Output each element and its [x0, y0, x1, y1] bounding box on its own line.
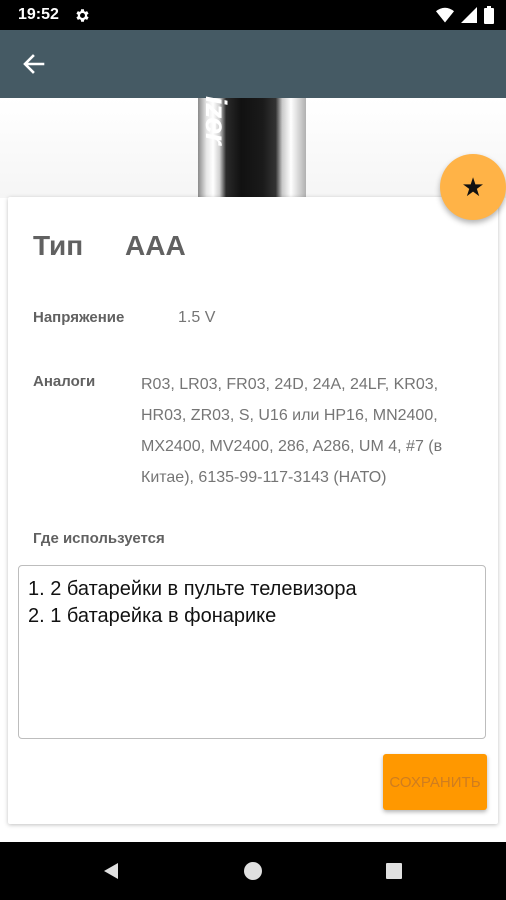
voltage-value: 1.5 V [178, 309, 216, 326]
battery-info-card: Тип AAA Напряжение 1.5 V Аналоги R03, LR… [8, 197, 498, 824]
nav-back-button[interactable] [99, 859, 123, 883]
favorite-fab[interactable]: ★ [440, 154, 506, 220]
nav-home-button[interactable] [241, 859, 265, 883]
app-bar [0, 30, 506, 98]
type-value: AAA [125, 230, 186, 261]
type-label: Тип [33, 230, 84, 261]
analogs-label: Аналоги [33, 373, 96, 390]
app-screen: 19:52 izer Тип AAA Напряжение 1.5 V Анал… [0, 0, 506, 900]
save-button-label: СОХРАНИТЬ [389, 773, 481, 791]
analogs-value: R03, LR03, FR03, 24D, 24A, 24LF, KR03, H… [141, 376, 443, 486]
usage-label: Где используется [33, 530, 165, 547]
status-time: 19:52 [18, 6, 59, 23]
home-circle-icon [244, 862, 262, 880]
battery-brand-text: izer [199, 96, 232, 144]
usage-textarea[interactable]: 1. 2 батарейки в пульте телевизора 2. 1 … [18, 565, 486, 739]
save-button[interactable]: СОХРАНИТЬ [383, 754, 487, 810]
gear-icon [76, 9, 89, 22]
voltage-label: Напряжение [33, 309, 125, 326]
back-triangle-icon [104, 863, 118, 879]
back-button[interactable] [18, 50, 50, 78]
arrow-left-icon [23, 54, 45, 74]
star-icon: ★ [461, 172, 485, 202]
usage-line: 2. 1 батарейка в фонарике [28, 605, 277, 627]
wifi-icon [436, 7, 454, 23]
usage-line: 1. 2 батарейки в пульте телевизора [28, 578, 357, 600]
system-nav-bar [0, 842, 506, 900]
recents-square-icon [386, 863, 402, 879]
battery-icon [484, 6, 494, 24]
status-icons [436, 6, 494, 24]
status-bar: 19:52 [0, 0, 506, 30]
signal-icon [461, 7, 477, 23]
nav-recents-button[interactable] [382, 859, 406, 883]
